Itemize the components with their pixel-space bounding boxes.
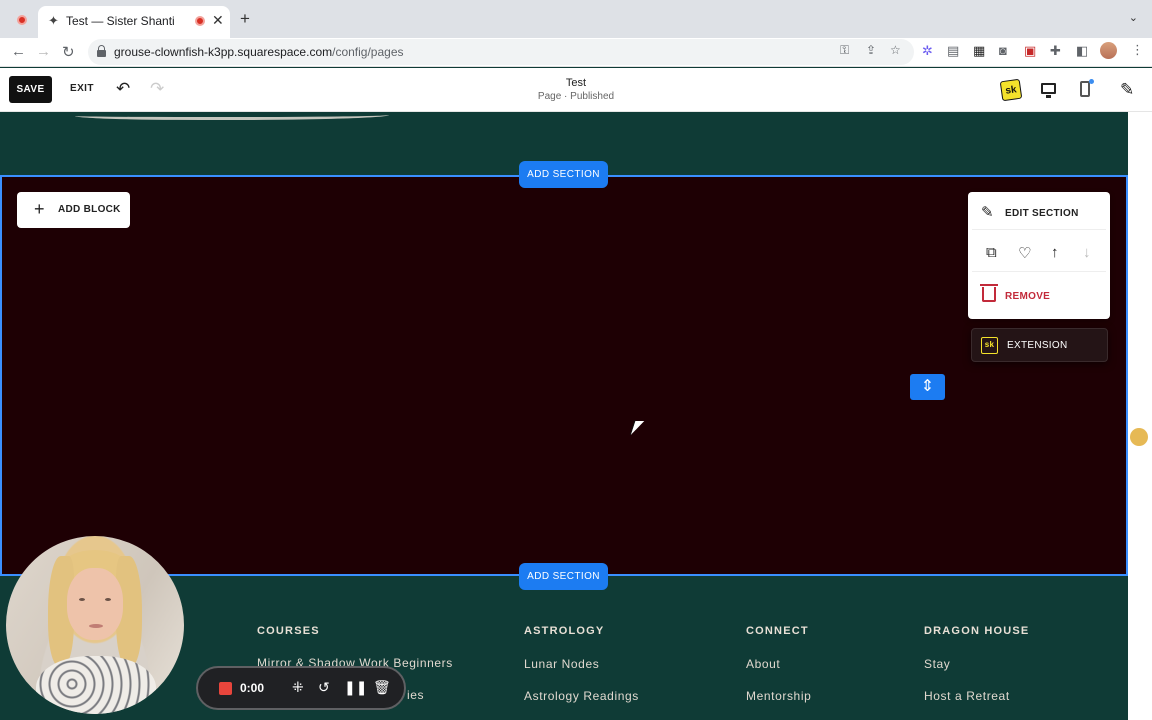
- side-panel-icon[interactable]: ◧: [1076, 43, 1088, 59]
- extension-label: EXTENSION: [1007, 340, 1068, 351]
- key-icon[interactable]: ⚿: [840, 43, 849, 58]
- forward-icon[interactable]: →: [36, 43, 51, 60]
- lock-icon: [97, 45, 106, 57]
- scroll-indicator[interactable]: [1130, 428, 1148, 446]
- extension-toolbox-icon[interactable]: ▤: [947, 43, 959, 59]
- footer-link[interactable]: Astrology Readings: [524, 689, 639, 703]
- duplicate-icon[interactable]: ⧉: [986, 244, 997, 261]
- mobile-view-icon[interactable]: [1080, 81, 1090, 97]
- tab-title: Test — Sister Shanti: [66, 14, 175, 28]
- header-logo-scribble: [75, 110, 389, 120]
- sk-extension-icon[interactable]: sk: [999, 78, 1023, 102]
- extension-button[interactable]: sk EXTENSION: [971, 328, 1108, 362]
- site-styles-brush-icon[interactable]: ✎: [1120, 80, 1134, 100]
- footer-link[interactable]: Stay: [924, 657, 950, 671]
- back-icon[interactable]: ←: [11, 43, 26, 60]
- remove-section-button[interactable]: REMOVE: [972, 278, 1106, 314]
- heart-icon[interactable]: ♡: [1018, 244, 1031, 262]
- remove-label: REMOVE: [1005, 291, 1051, 302]
- page-title: Test: [565, 77, 587, 89]
- edit-section-label: EDIT SECTION: [1005, 208, 1079, 219]
- footer-heading-dragon-house: DRAGON HOUSE: [924, 625, 1030, 637]
- section-icon-row: ⧉ ♡ ↑ ↓: [972, 236, 1106, 272]
- browser-menu-icon[interactable]: ⋮: [1131, 42, 1144, 58]
- page-status: Page · Published: [537, 91, 615, 102]
- edit-section-button[interactable]: ✎ EDIT SECTION: [972, 196, 1106, 230]
- pause-icon[interactable]: ❚❚: [344, 679, 367, 696]
- section-spacing-icon[interactable]: ⇕: [910, 374, 945, 400]
- squarespace-favicon-icon: ✦: [48, 13, 59, 28]
- recording-timer: 0:00: [240, 681, 265, 695]
- scrollbar-track[interactable]: [1128, 112, 1152, 720]
- footer-link[interactable]: Host a Retreat: [924, 689, 1010, 703]
- editor-toolbar: SAVE EXIT ↶ ↷ Test Page · Published sk ✎: [0, 68, 1152, 112]
- footer-heading-connect: CONNECT: [746, 625, 809, 637]
- sk-logo-icon: sk: [981, 337, 998, 354]
- desktop-view-icon[interactable]: [1041, 83, 1056, 98]
- browser-tab-strip: ✦ Test — Sister Shanti ✕ + ⌄: [0, 0, 1152, 38]
- close-tab-icon[interactable]: ✕: [212, 12, 224, 29]
- delete-recording-icon[interactable]: 🗑: [373, 679, 391, 696]
- trash-icon: [980, 284, 998, 302]
- footer-link[interactable]: About: [746, 657, 780, 671]
- stop-recording-icon[interactable]: [219, 682, 232, 695]
- reload-icon[interactable]: ↻: [62, 43, 75, 61]
- extension-gear-icon[interactable]: ✲: [922, 43, 933, 59]
- restart-icon[interactable]: ↺: [318, 679, 330, 696]
- new-tab-icon[interactable]: +: [240, 9, 250, 29]
- add-block-label: ADD BLOCK: [58, 204, 121, 215]
- add-section-button-bottom[interactable]: ADD SECTION: [519, 563, 608, 590]
- profile-avatar[interactable]: [1100, 42, 1117, 59]
- plus-icon: +: [34, 199, 45, 219]
- tab-search-chevron-icon[interactable]: ⌄: [1129, 11, 1138, 24]
- footer-link[interactable]: Lunar Nodes: [524, 657, 599, 671]
- camera-icon[interactable]: ◙: [999, 43, 1007, 58]
- extension-grid-icon[interactable]: ▦: [973, 43, 985, 59]
- share-icon[interactable]: ⇪: [866, 43, 876, 57]
- move-up-arrow-icon[interactable]: ↑: [1051, 244, 1059, 261]
- pencil-icon: ✎: [981, 204, 994, 221]
- section-actions-panel: ✎ EDIT SECTION ⧉ ♡ ↑ ↓ REMOVE: [968, 192, 1110, 319]
- recording-indicator-icon: [17, 15, 27, 25]
- url-text: grouse-clownfish-k3pp.squarespace.com/co…: [114, 45, 404, 59]
- bookmark-star-icon[interactable]: ☆: [890, 43, 901, 57]
- tab-recording-icon: [195, 16, 205, 26]
- recording-controls: 0:00 ⁜ ↺ ❚❚ 🗑: [196, 666, 406, 710]
- mobile-indicator-dot: [1089, 79, 1094, 84]
- address-bar[interactable]: grouse-clownfish-k3pp.squarespace.com/co…: [88, 39, 914, 65]
- selected-section[interactable]: [0, 175, 1128, 576]
- add-section-button-top[interactable]: ADD SECTION: [519, 161, 608, 188]
- browser-tab[interactable]: ✦ Test — Sister Shanti ✕: [38, 6, 230, 38]
- footer-heading-courses: COURSES: [257, 625, 320, 637]
- move-down-arrow-icon[interactable]: ↓: [1083, 244, 1091, 261]
- footer-heading-astrology: ASTROLOGY: [524, 625, 605, 637]
- puzzle-icon[interactable]: ✚: [1050, 43, 1061, 59]
- footer-link[interactable]: Mentorship: [746, 689, 811, 703]
- extension-red-icon[interactable]: ▣: [1024, 43, 1036, 59]
- footer-link[interactable]: ies: [407, 688, 424, 702]
- webcam-bubble[interactable]: [6, 536, 184, 714]
- add-block-button[interactable]: + ADD BLOCK: [17, 192, 130, 228]
- drag-handle-icon[interactable]: ⁜: [292, 679, 304, 696]
